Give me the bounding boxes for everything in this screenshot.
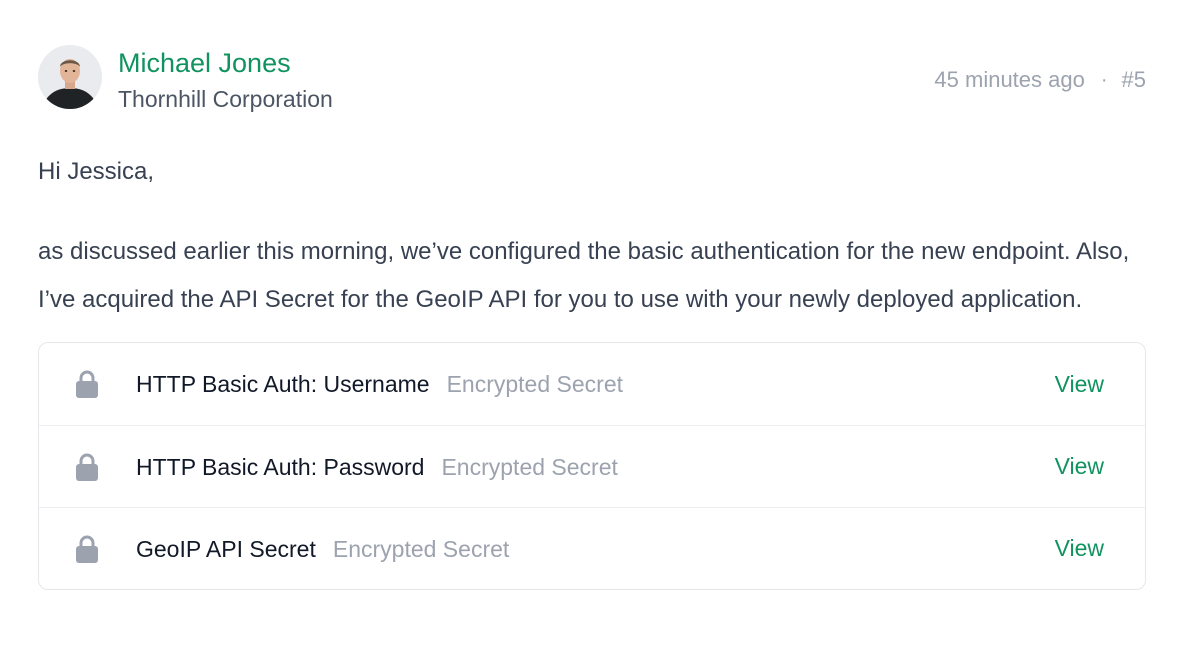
- meta-separator: ·: [1100, 69, 1108, 91]
- lock-icon: [76, 535, 98, 563]
- secret-title: HTTP Basic Auth: Username Encrypted Secr…: [136, 370, 623, 398]
- secret-row: GeoIP API Secret Encrypted Secret View: [39, 507, 1145, 589]
- secret-title: HTTP Basic Auth: Password Encrypted Secr…: [136, 453, 618, 481]
- lock-icon: [76, 370, 98, 398]
- view-secret-button[interactable]: View: [1055, 371, 1104, 398]
- secrets-list: HTTP Basic Auth: Username Encrypted Secr…: [38, 342, 1146, 590]
- avatar[interactable]: [38, 45, 102, 109]
- message-number[interactable]: #5: [1122, 66, 1146, 94]
- secret-sublabel: Encrypted Secret: [446, 371, 623, 397]
- secret-row: HTTP Basic Auth: Username Encrypted Secr…: [39, 343, 1145, 425]
- message-header: Michael Jones Thornhill Corporation 45 m…: [38, 44, 1146, 114]
- message-body: Hi Jessica, as discussed earlier this mo…: [38, 148, 1146, 324]
- message-paragraph: as discussed earlier this morning, we’ve…: [38, 238, 1130, 313]
- author-organization: Thornhill Corporation: [118, 86, 333, 112]
- message-meta: 45 minutes ago · #5: [934, 66, 1146, 94]
- secret-row: HTTP Basic Auth: Password Encrypted Secr…: [39, 425, 1145, 507]
- secret-label: GeoIP API Secret: [136, 535, 316, 562]
- secret-sublabel: Encrypted Secret: [441, 453, 618, 480]
- message-timestamp: 45 minutes ago: [934, 67, 1085, 92]
- view-secret-button[interactable]: View: [1055, 453, 1104, 480]
- view-secret-button[interactable]: View: [1055, 535, 1104, 562]
- secret-title: GeoIP API Secret Encrypted Secret: [136, 535, 509, 563]
- secret-label: HTTP Basic Auth: Username: [136, 371, 430, 397]
- author-name[interactable]: Michael Jones: [118, 47, 291, 79]
- message-card: Michael Jones Thornhill Corporation 45 m…: [38, 44, 1146, 590]
- lock-icon: [76, 453, 98, 481]
- user-avatar-icon: [38, 45, 102, 109]
- message-greeting: Hi Jessica,: [38, 158, 155, 185]
- secret-label: HTTP Basic Auth: Password: [136, 453, 425, 480]
- secret-sublabel: Encrypted Secret: [332, 535, 510, 562]
